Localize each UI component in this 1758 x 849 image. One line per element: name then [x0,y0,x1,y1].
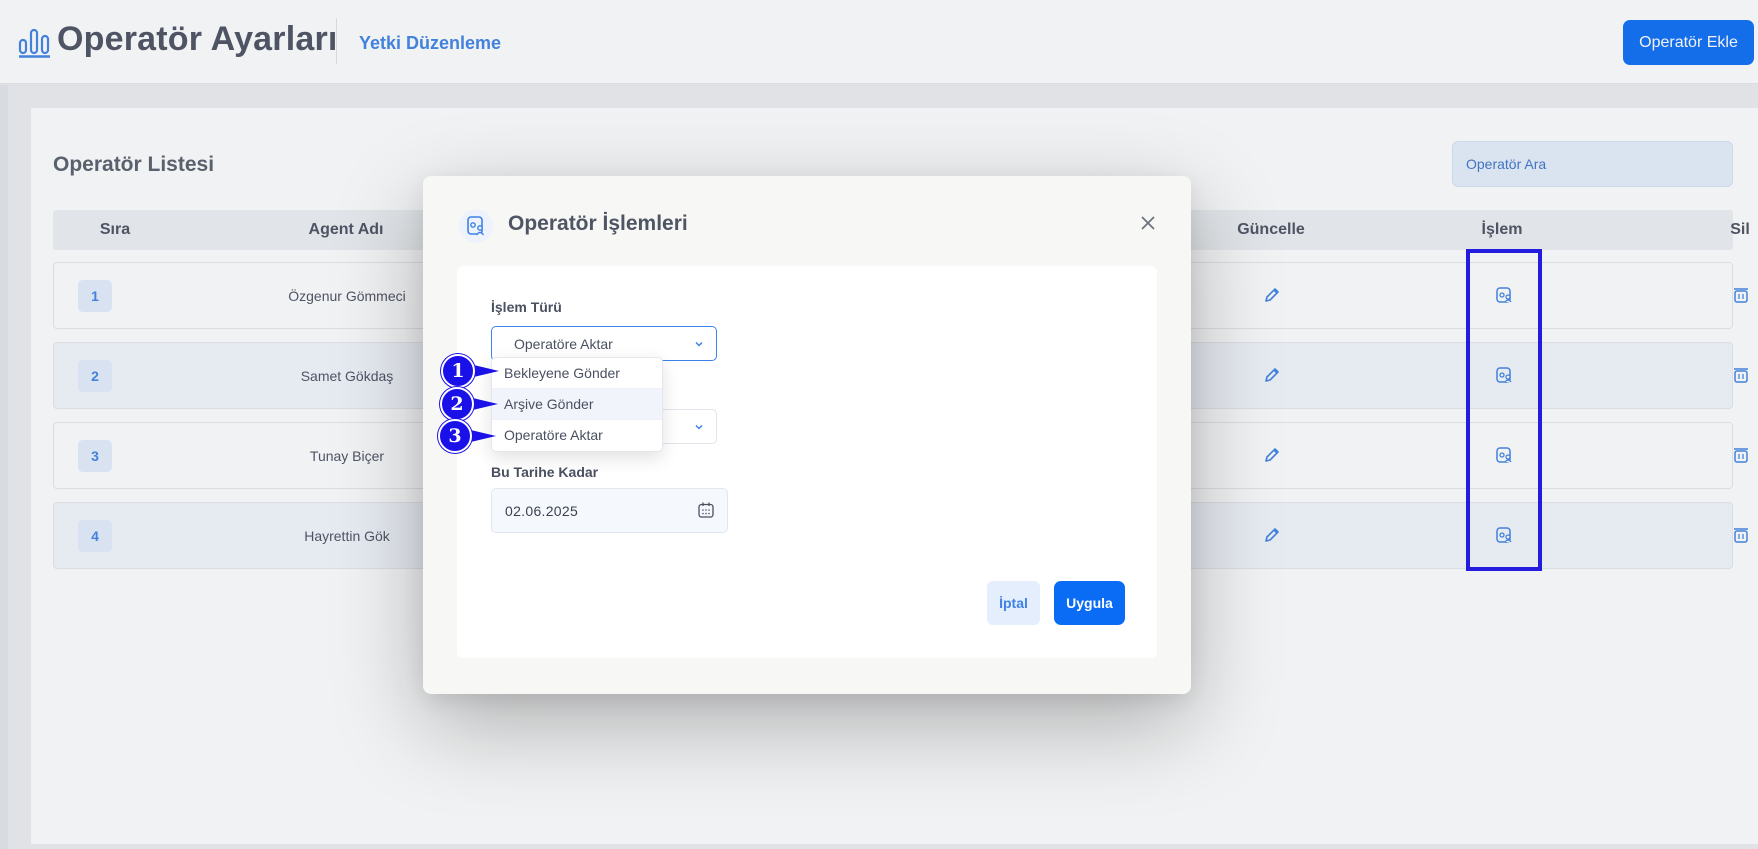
user-settings-icon [459,209,493,243]
islem-turu-select[interactable]: Operatöre Aktar [491,326,717,361]
modal-body: İşlem Türü Operatöre Aktar Bu Tarihe Kad… [457,266,1157,658]
annotation-number: 3 [438,419,472,453]
calendar-icon[interactable] [697,501,715,519]
select-value: Operatöre Aktar [514,336,613,352]
date-label: Bu Tarihe Kadar [491,464,599,480]
annotation-number: 2 [440,387,474,421]
date-input[interactable]: 02.06.2025 [491,488,728,533]
chevron-down-icon [695,341,703,347]
dropdown-option-operatore-aktar[interactable]: Operatöre Aktar [492,420,662,451]
apply-button[interactable]: Uygula [1054,581,1125,625]
annotation-number: 1 [441,354,475,388]
islem-turu-dropdown: Bekleyene Gönder Arşive Gönder Operatöre… [491,357,663,452]
chevron-down-icon [695,424,703,430]
cancel-button[interactable]: İptal [987,581,1040,625]
close-icon[interactable] [1138,213,1158,233]
islem-turu-label: İşlem Türü [491,299,562,315]
dropdown-option-arsive-gonder[interactable]: Arşive Gönder [492,389,662,420]
annotation-marker: 1 [441,354,501,388]
date-value: 02.06.2025 [505,503,579,519]
annotation-marker: 2 [440,387,500,421]
modal-title: Operatör İşlemleri [508,212,688,235]
dropdown-option-bekleyene-gonder[interactable]: Bekleyene Gönder [492,358,662,389]
annotation-marker: 3 [438,419,498,453]
